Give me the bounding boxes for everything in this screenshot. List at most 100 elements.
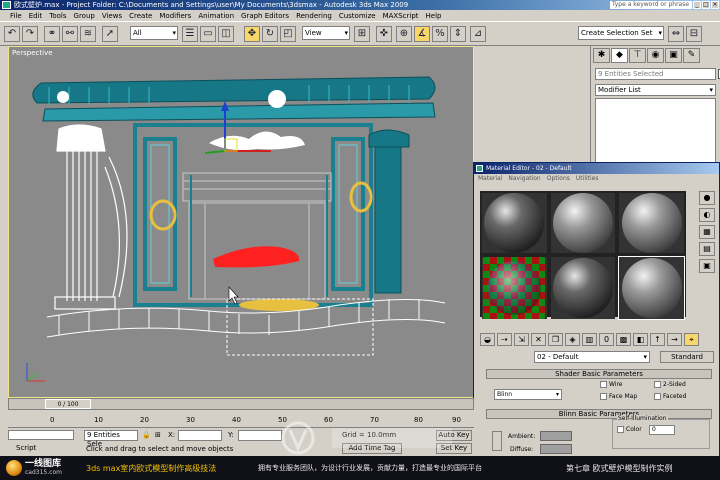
material-type-button[interactable]: Standard <box>660 351 714 363</box>
time-slider-thumb[interactable]: 0 / 100 <box>45 399 91 409</box>
menu-modifiers[interactable]: Modifiers <box>159 10 191 21</box>
select-link-icon[interactable]: ⚭ <box>44 26 60 42</box>
edit-named-sets-icon[interactable]: ⊿ <box>470 26 486 42</box>
menu-help[interactable]: Help <box>426 10 442 21</box>
modifier-list-dropdown[interactable]: Modifier List <box>595 84 716 96</box>
menu-file[interactable]: File <box>10 10 22 21</box>
blinn-params-rollout[interactable]: Blinn Basic Parameters <box>486 409 712 419</box>
shader-params-rollout[interactable]: Shader Basic Parameters <box>486 369 712 379</box>
undo-icon[interactable]: ↶ <box>4 26 20 42</box>
self-illum-color-checkbox[interactable]: Color <box>617 426 642 433</box>
menu-group[interactable]: Group <box>74 10 95 21</box>
menu-maxscript[interactable]: MAXScript <box>383 10 419 21</box>
create-tab-icon[interactable]: ✱ <box>593 48 610 63</box>
menu-rendering[interactable]: Rendering <box>296 10 332 21</box>
rect-region-icon[interactable]: ▭ <box>200 26 216 42</box>
select-object-icon[interactable]: ➚ <box>102 26 118 42</box>
faceted-checkbox[interactable]: Faceted <box>654 393 686 400</box>
app-icon[interactable] <box>2 1 11 9</box>
menu-navigation[interactable]: Navigation <box>508 174 540 184</box>
selection-filter-dropdown[interactable]: All <box>130 26 178 40</box>
face-map-checkbox[interactable]: Face Map <box>600 393 637 400</box>
wire-checkbox[interactable]: Wire <box>600 381 623 388</box>
manipulate-icon[interactable]: ✜ <box>376 26 392 42</box>
two-sided-checkbox[interactable]: 2-Sided <box>654 381 686 388</box>
angle-snap-icon[interactable]: ∡ <box>414 26 430 42</box>
assign-material-icon[interactable]: ⇲ <box>514 333 529 346</box>
make-unique-icon[interactable]: ◈ <box>565 333 580 346</box>
scale-icon[interactable]: ◰ <box>280 26 296 42</box>
hierarchy-tab-icon[interactable]: ⊤ <box>629 48 646 63</box>
absolute-mode-icon[interactable]: ⊞ <box>155 431 161 439</box>
selection-name-field[interactable]: 9 Entities Selected <box>595 68 720 80</box>
display-tab-icon[interactable]: ▣ <box>665 48 682 63</box>
motion-tab-icon[interactable]: ◉ <box>647 48 664 63</box>
menu-edit[interactable]: Edit <box>29 10 43 21</box>
sample-slot[interactable] <box>619 193 684 253</box>
sample-slot-checker[interactable] <box>482 257 547 319</box>
fireplace-model[interactable] <box>9 47 474 398</box>
rotate-icon[interactable]: ↻ <box>262 26 278 42</box>
minimize-button[interactable]: _ <box>693 1 701 9</box>
maximize-button[interactable]: □ <box>702 1 710 9</box>
uv-tiling-icon[interactable]: ▤ <box>699 242 715 256</box>
material-id-icon[interactable]: 0 <box>599 333 614 346</box>
maxscript-listener-field[interactable] <box>8 430 74 440</box>
menu-graph-editors[interactable]: Graph Editors <box>241 10 289 21</box>
perspective-viewport[interactable]: Perspective <box>8 46 474 398</box>
shader-type-dropdown[interactable]: Blinn <box>494 389 562 400</box>
put-to-scene-icon[interactable]: ⇢ <box>497 333 512 346</box>
menu-customize[interactable]: Customize <box>339 10 376 21</box>
backlight-icon[interactable]: ◐ <box>699 208 715 222</box>
sample-slot[interactable] <box>550 257 616 319</box>
modify-tab-icon[interactable]: ◆ <box>611 48 628 63</box>
menu-create[interactable]: Create <box>129 10 152 21</box>
show-end-result-icon[interactable]: ◧ <box>633 333 648 346</box>
select-move-icon[interactable]: ✥ <box>244 26 260 42</box>
lock-selection-icon[interactable]: 🔒 <box>142 431 151 439</box>
time-slider[interactable]: 0 / 100 <box>8 398 474 410</box>
align-icon[interactable]: ⊟ <box>686 26 702 42</box>
x-coord-field[interactable] <box>178 430 222 441</box>
window-crossing-icon[interactable]: ◫ <box>218 26 234 42</box>
unlink-icon[interactable]: ⚯ <box>62 26 78 42</box>
named-selection-dropdown[interactable]: Create Selection Set <box>578 26 664 40</box>
utilities-tab-icon[interactable]: ✎ <box>683 48 700 63</box>
sample-type-icon[interactable]: ● <box>699 191 715 205</box>
ref-coord-dropdown[interactable]: View <box>302 26 350 40</box>
sample-slot[interactable] <box>482 193 547 253</box>
search-input[interactable]: Type a keyword or phrase <box>610 1 692 9</box>
menu-options[interactable]: Options <box>547 174 570 184</box>
percent-snap-icon[interactable]: % <box>432 26 448 42</box>
copy-material-icon[interactable]: ❐ <box>548 333 563 346</box>
close-button[interactable]: × <box>711 1 719 9</box>
mirror-icon[interactable]: ⇔ <box>668 26 684 42</box>
get-material-icon[interactable]: ◒ <box>480 333 495 346</box>
menu-tools[interactable]: Tools <box>49 10 66 21</box>
redo-icon[interactable]: ↷ <box>22 26 38 42</box>
go-to-parent-icon[interactable]: ↑ <box>650 333 665 346</box>
put-to-library-icon[interactable]: ▥ <box>582 333 597 346</box>
self-illum-spinner[interactable]: 0 <box>649 425 675 435</box>
menu-views[interactable]: Views <box>102 10 122 21</box>
material-name-dropdown[interactable]: 02 - Default <box>534 351 650 363</box>
select-by-name-icon[interactable]: ☰ <box>182 26 198 42</box>
background-icon[interactable]: ▦ <box>699 225 715 239</box>
ambient-color-swatch[interactable] <box>540 431 572 441</box>
menu-utilities[interactable]: Utilities <box>576 174 599 184</box>
bind-space-warp-icon[interactable]: ≋ <box>80 26 96 42</box>
show-map-icon[interactable]: ▩ <box>616 333 631 346</box>
snap-icon[interactable]: ⊕ <box>396 26 412 42</box>
menu-material[interactable]: Material <box>478 174 502 184</box>
reset-map-icon[interactable]: ✕ <box>531 333 546 346</box>
video-check-icon[interactable]: ▣ <box>699 259 715 273</box>
sample-slot[interactable] <box>550 193 616 253</box>
pivot-icon[interactable]: ⊞ <box>354 26 370 42</box>
lock-ambient-diffuse-button[interactable] <box>492 431 502 451</box>
spinner-snap-icon[interactable]: ⇕ <box>450 26 466 42</box>
menu-animation[interactable]: Animation <box>198 10 234 21</box>
go-forward-icon[interactable]: → <box>667 333 682 346</box>
sample-slot-active[interactable] <box>618 256 685 320</box>
pick-material-icon[interactable]: ⌖ <box>684 333 699 346</box>
diffuse-color-swatch[interactable] <box>540 444 572 454</box>
